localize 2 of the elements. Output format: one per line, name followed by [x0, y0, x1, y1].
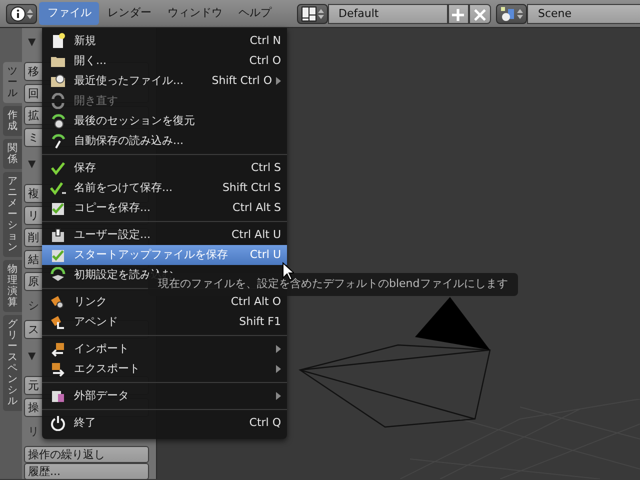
- section-label: シ: [27, 298, 39, 314]
- section-label: リ: [27, 424, 39, 440]
